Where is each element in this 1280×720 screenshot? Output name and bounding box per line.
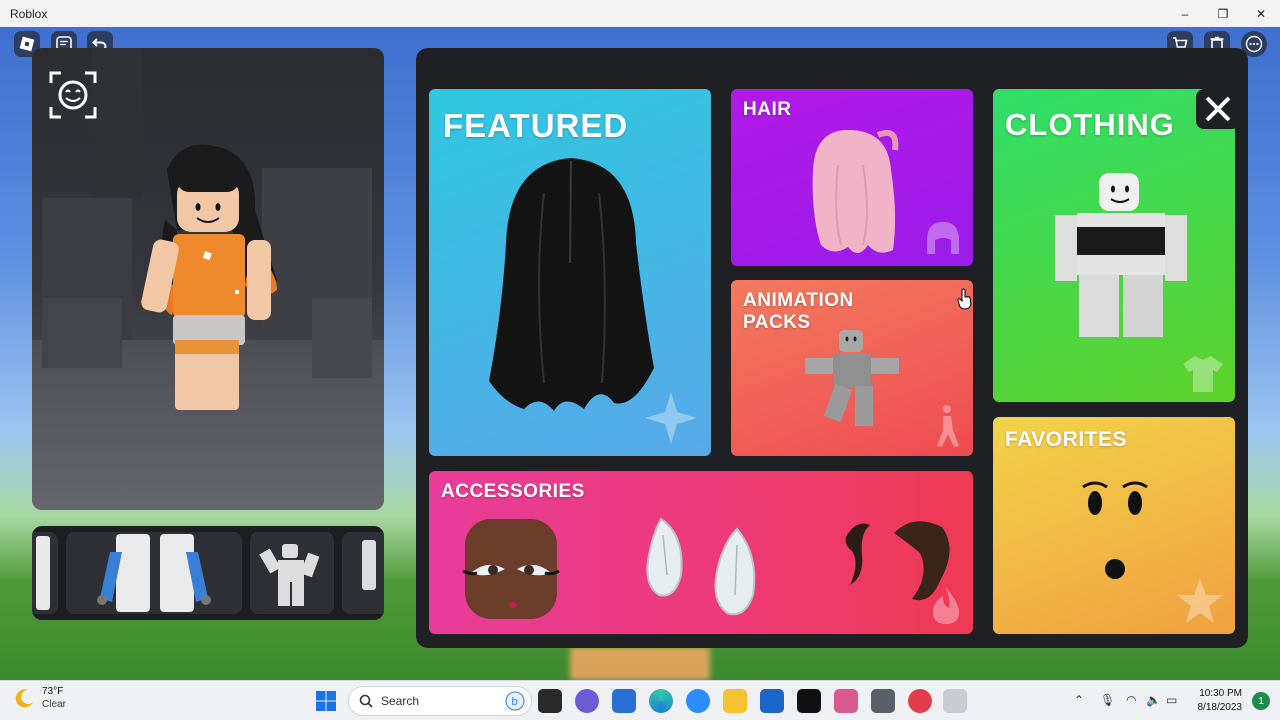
black-hair-thumbnail: [489, 158, 654, 411]
bing-icon: b: [505, 691, 525, 711]
accessories-label: ACCESSORIES: [441, 481, 585, 502]
close-icon: [1205, 96, 1231, 122]
crystal-ears-thumbnail: [646, 517, 756, 616]
animation-packs-category-card[interactable]: ANIMATION PACKS: [731, 280, 973, 456]
window-title: Roblox: [10, 6, 48, 21]
roblox-logo-icon: [19, 36, 35, 52]
clothing-thumbnail: [1055, 173, 1187, 337]
backdrop-block: [42, 298, 122, 368]
windows-taskbar: 73°F Clear Search b ⌃ 🎙 ◠ 🔈 ▭ 10:30 PM 8…: [0, 680, 1280, 720]
featured-category-card[interactable]: FEATURED: [429, 89, 711, 456]
avatar-character: [141, 144, 277, 410]
notification-badge[interactable]: 1: [1252, 692, 1270, 710]
walking-person-icon: [937, 405, 959, 447]
hand-cursor-icon: [957, 288, 972, 310]
equipped-item-tile[interactable]: [66, 532, 242, 614]
window-title-bar: Roblox – ❐ ✕: [0, 0, 1280, 27]
zoom-icon[interactable]: [686, 689, 710, 713]
recorder-icon[interactable]: [908, 689, 932, 713]
clock-date: 8/18/2023: [1197, 702, 1243, 713]
featured-label: FEATURED: [443, 107, 629, 144]
backdrop-block: [92, 48, 142, 198]
clothing-label: CLOTHING: [1005, 107, 1175, 142]
search-placeholder: Search: [381, 694, 420, 708]
maximize-button[interactable]: ❐: [1204, 0, 1242, 27]
moon-icon: [15, 689, 33, 708]
hair-category-card[interactable]: HAIR: [731, 89, 973, 266]
hair-category-icon: [927, 222, 959, 254]
wifi-icon[interactable]: ◠: [1126, 693, 1136, 707]
face-tracking-icon[interactable]: [48, 70, 98, 120]
snipping-tool-icon[interactable]: [834, 689, 858, 713]
surprised-face-thumbnail: [1082, 481, 1148, 579]
clock-time: 10:30 PM: [1199, 688, 1242, 699]
file-explorer-icon[interactable]: [723, 689, 747, 713]
taskbar-clock[interactable]: 10:30 PM 8/18/2023: [1198, 687, 1243, 715]
pink-hair-thumbnail: [812, 129, 899, 254]
face-accessory-thumbnail: [462, 519, 560, 619]
equipped-items-strip[interactable]: [32, 526, 384, 620]
tray-overflow-icon[interactable]: ⌃: [1074, 693, 1084, 707]
hair-label: HAIR: [743, 99, 792, 120]
close-catalog-button[interactable]: [1196, 89, 1240, 129]
backdrop-block: [312, 298, 372, 378]
avatar-preview[interactable]: [32, 48, 384, 510]
equipped-item-tile[interactable]: [342, 532, 384, 614]
animation-packs-label-line1: ANIMATION: [743, 290, 854, 311]
camera-icon[interactable]: [871, 689, 895, 713]
microphone-icon[interactable]: 🎙: [1100, 693, 1115, 707]
equipped-item-tile[interactable]: [32, 532, 58, 614]
edge-browser-icon[interactable]: [649, 689, 673, 713]
microsoft-store-icon[interactable]: [612, 689, 636, 713]
battery-icon[interactable]: ▭: [1166, 693, 1177, 707]
accessories-category-card[interactable]: ACCESSORIES: [429, 471, 973, 634]
close-window-button[interactable]: ✕: [1242, 0, 1280, 27]
teams-chat-icon[interactable]: [575, 689, 599, 713]
weather-widget[interactable]: 73°F Clear: [14, 685, 66, 711]
equipped-item-tile[interactable]: [250, 532, 334, 614]
volume-icon[interactable]: 🔈: [1146, 693, 1161, 707]
background-glow: [570, 647, 710, 680]
favorites-label: FAVORITES: [1005, 428, 1127, 451]
svg-text:b: b: [512, 696, 518, 708]
search-icon: [359, 694, 373, 708]
minimize-button[interactable]: –: [1166, 0, 1204, 27]
clothing-category-card[interactable]: CLOTHING: [993, 89, 1235, 402]
animation-item-thumbnail: [259, 544, 320, 606]
weather-condition: Clear: [42, 699, 66, 710]
weather-temperature: 73°F: [42, 686, 64, 697]
sparkle-icon: [645, 392, 697, 444]
animation-pack-thumbnail: [805, 330, 899, 426]
catalog-panel: FEATURED HAIR ANIMATION PACKS CLOTHING A…: [416, 48, 1248, 648]
tshirt-icon: [1183, 356, 1223, 392]
mail-icon[interactable]: [760, 689, 784, 713]
roblox-taskbar-icon[interactable]: [943, 689, 967, 713]
more-options-icon: [1245, 35, 1263, 53]
taskbar-search[interactable]: Search b: [348, 686, 532, 716]
windows-start-icon[interactable]: [314, 689, 338, 713]
favorites-category-card[interactable]: FAVORITES: [993, 417, 1235, 634]
star-icon: [1177, 579, 1223, 623]
task-view-icon[interactable]: [538, 689, 562, 713]
flame-icon: [933, 588, 959, 624]
capcut-icon[interactable]: [797, 689, 821, 713]
sleeves-item-thumbnail: [97, 534, 211, 612]
